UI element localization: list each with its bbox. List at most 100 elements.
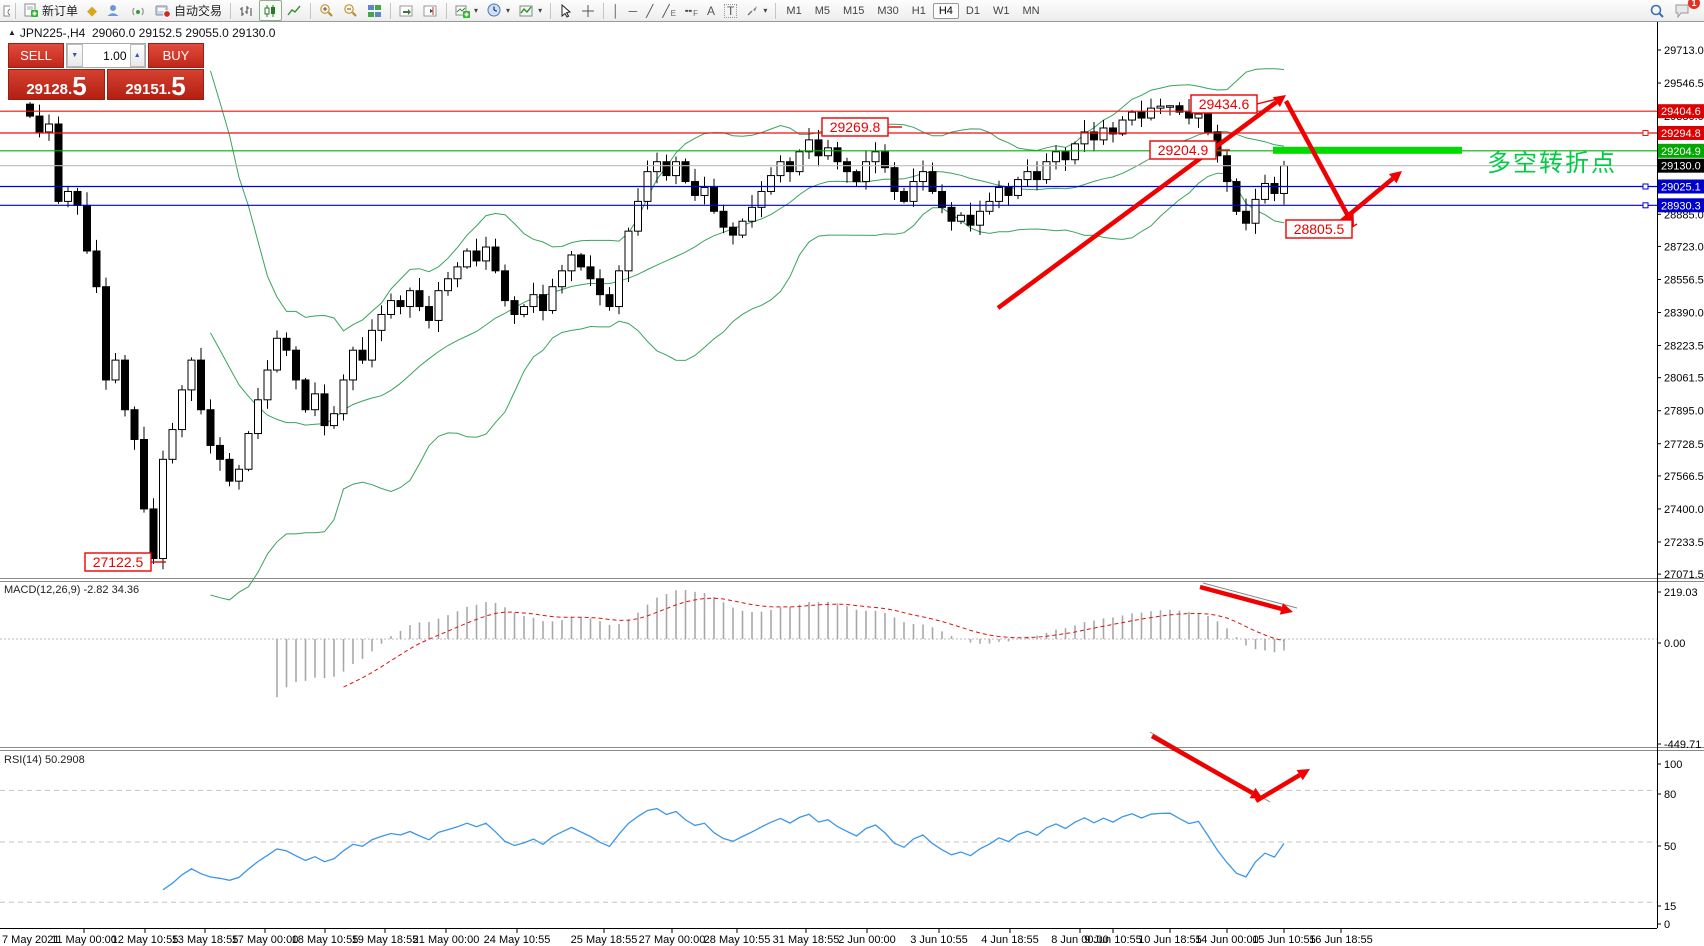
candlestick-chart-button[interactable] [259,0,282,21]
trend-arrow[interactable] [998,95,1286,308]
svg-text:28223.5: 28223.5 [1664,341,1704,353]
svg-text:27071.5: 27071.5 [1664,569,1704,581]
equidistant-channel-tool[interactable]: ╱E [658,0,680,21]
svg-text:28390.0: 28390.0 [1664,308,1704,320]
price-callout[interactable]: 29204.9 [1150,141,1230,159]
tab-timeframe-d1[interactable]: D1 [960,3,986,19]
svg-text:28805.5: 28805.5 [1294,221,1345,237]
svg-text:13 May 18:55: 13 May 18:55 [172,934,239,946]
price-callout[interactable]: 28805.5 [1286,220,1357,238]
tab-timeframe-m1[interactable]: M1 [780,3,807,19]
trend-arrow[interactable] [1256,769,1310,801]
svg-text:27 May 00:00: 27 May 00:00 [639,934,706,946]
zoom-out-button[interactable] [339,0,362,21]
vertical-line-tool[interactable]: │ [608,0,624,21]
chevron-down-icon: ▾ [474,6,478,15]
auto-scroll-button[interactable] [395,0,418,21]
macd-indicator-label: MACD(12,26,9) -2.82 34.36 [4,584,139,596]
price-callout[interactable]: 27122.5 [85,553,166,571]
volume-input[interactable] [83,44,130,67]
cursor-button[interactable] [555,0,576,21]
tile-windows-button[interactable] [363,0,386,21]
svg-text:27122.5: 27122.5 [93,554,144,570]
auto-trading-icon [155,3,171,18]
chat-icon[interactable]: 1 [1670,0,1694,21]
price-callout[interactable]: 29434.6 [1191,95,1281,113]
price-axis-badge: 29404.6 [1658,104,1704,118]
svg-text:2 Jun 00:00: 2 Jun 00:00 [838,934,896,946]
svg-text:29380.0: 29380.0 [1664,111,1704,123]
svg-text:100: 100 [1664,759,1682,771]
svg-text:28556.5: 28556.5 [1664,274,1704,286]
svg-text:29713.0: 29713.0 [1664,45,1704,57]
svg-text:25 May 18:55: 25 May 18:55 [571,934,638,946]
text-label-tool[interactable]: T [720,0,741,21]
chevron-down-icon: ▾ [538,6,542,15]
svg-text:24 May 10:55: 24 May 10:55 [484,934,551,946]
svg-text:15: 15 [1664,901,1676,913]
svg-text:8 Jun 00:00: 8 Jun 00:00 [1051,934,1109,946]
signals-icon[interactable] [126,0,150,21]
tab-timeframe-mn[interactable]: MN [1016,3,1045,19]
horizontal-line-tool[interactable]: ─ [625,0,642,21]
line-chart-button[interactable] [283,0,306,21]
svg-text:28061.5: 28061.5 [1664,373,1704,385]
tab-timeframe-m5[interactable]: M5 [809,3,836,19]
trend-arrow[interactable] [1152,736,1263,799]
tab-timeframe-h1[interactable]: H1 [906,3,932,19]
svg-text:-449.71: -449.71 [1664,739,1701,751]
svg-text:27400.0: 27400.0 [1664,504,1704,516]
ohlc-readout: 29060.0 29152.5 29055.0 29130.0 [92,26,276,40]
chart-search-icon[interactable] [2,0,11,21]
collapse-panel-icon[interactable]: ▲ [8,28,16,37]
svg-text:15 Jun 10:55: 15 Jun 10:55 [1252,934,1316,946]
toolbar: 新订单 ◆ 自动交易 ▾ ▾ ▾ │ ─ ╱ ╱E ╍F A T ▾ M1 M5… [0,0,1704,22]
profiles-button[interactable]: ▾ [483,0,514,21]
svg-text:29294.8: 29294.8 [1661,128,1701,140]
chevron-down-icon: ▾ [506,6,510,15]
chart-shift-button[interactable] [419,0,442,21]
svg-text:27566.5: 27566.5 [1664,471,1704,483]
price-axis-badge: 29204.9 [1658,144,1704,158]
svg-text:29025.1: 29025.1 [1661,181,1701,193]
svg-text:31 May 18:55: 31 May 18:55 [773,934,840,946]
sell-price[interactable]: 29128.5 [8,69,105,100]
trend-arrow[interactable] [1286,101,1354,227]
community-icon[interactable] [102,0,125,21]
buy-button[interactable]: BUY [148,43,204,68]
sell-button[interactable]: SELL [8,43,64,68]
svg-text:4 Jun 18:55: 4 Jun 18:55 [981,934,1039,946]
text-tool[interactable]: A [703,0,719,21]
volume-down-button[interactable]: ▼ [67,44,83,67]
zoom-in-button[interactable] [315,0,338,21]
tab-timeframe-h4[interactable]: H4 [933,3,959,19]
chart-canvas[interactable]: 29713.029546.529380.028885.028723.028556… [0,0,1704,946]
svg-text:80: 80 [1664,789,1676,801]
svg-text:29434.6: 29434.6 [1199,96,1250,112]
trendline-tool[interactable]: ╱ [642,0,657,21]
svg-text:29546.5: 29546.5 [1664,78,1704,90]
buy-price[interactable]: 29151.5 [107,69,204,100]
tab-timeframe-m15[interactable]: M15 [837,3,870,19]
arrows-tool[interactable]: ▾ [742,0,771,21]
crosshair-button[interactable] [577,0,599,21]
new-chart-button[interactable]: ▾ [451,0,482,21]
tab-timeframe-w1[interactable]: W1 [987,3,1016,19]
rsi-indicator-label: RSI(14) 50.2908 [4,754,85,766]
price-callout[interactable]: 29269.8 [822,118,902,136]
trend-arrow[interactable] [1200,587,1293,615]
svg-text:19 May 18:55: 19 May 18:55 [352,934,419,946]
svg-text:18 May 10:55: 18 May 10:55 [292,934,359,946]
svg-text:7 May 2021: 7 May 2021 [2,934,59,946]
fibonacci-tool[interactable]: ╍F [681,0,702,21]
search-icon[interactable] [1645,0,1669,21]
indicators-button[interactable]: ▾ [515,0,546,21]
gold-icon[interactable]: ◆ [83,0,101,21]
chart-symbol-header: ▲JPN225-,H4 29060.0 29152.5 29055.0 2913… [8,26,275,40]
tab-timeframe-m30[interactable]: M30 [871,3,904,19]
auto-trading-button[interactable]: 自动交易 [151,0,226,21]
new-order-button[interactable]: 新订单 [20,0,82,21]
bar-chart-button[interactable] [235,0,258,21]
trend-arrow[interactable] [1338,171,1402,224]
volume-up-button[interactable]: ▲ [130,44,146,67]
